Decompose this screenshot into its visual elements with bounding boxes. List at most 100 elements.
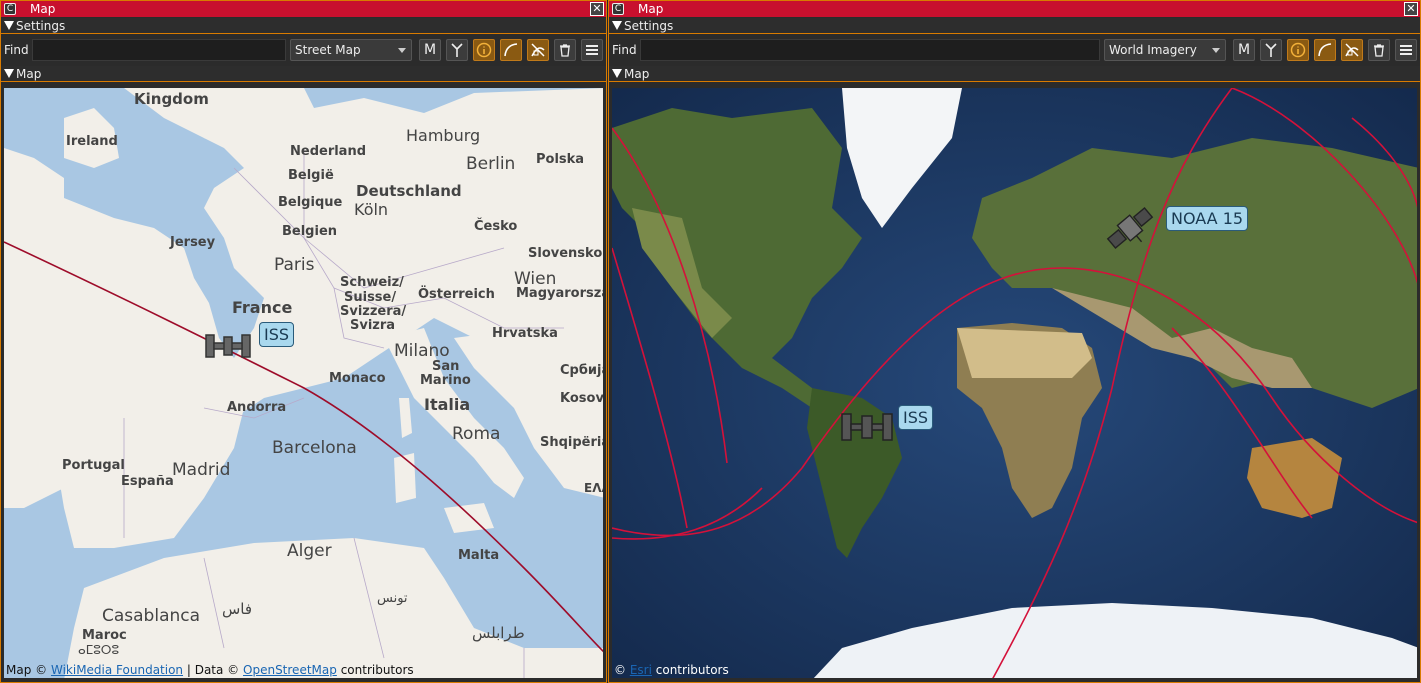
attribution-suffix: contributors — [340, 663, 414, 677]
antenna-icon — [451, 43, 463, 57]
curve-button[interactable] — [1314, 39, 1336, 61]
info-icon — [1290, 42, 1306, 58]
satellite-tracks-button[interactable] — [527, 39, 549, 61]
map-label: Svizra — [350, 318, 396, 333]
satellite-tracks-icon — [531, 43, 545, 57]
map-label: España — [121, 474, 174, 489]
map-label: Magyarorszá — [516, 286, 603, 301]
title-bar[interactable]: C Map ✕ — [1, 1, 606, 17]
map-label: België — [288, 168, 334, 183]
world-imagery-map-view[interactable]: NOAA 15 ISS © Esri contributors — [612, 88, 1417, 678]
collapse-triangle-icon — [612, 21, 622, 30]
collapse-triangle-icon — [612, 69, 622, 78]
curve-button[interactable] — [500, 39, 522, 61]
wikimedia-link[interactable]: WikiMedia Foundation — [51, 663, 183, 677]
map-style-value: Street Map — [295, 43, 361, 57]
find-label: Find — [612, 43, 637, 57]
map-label: France — [232, 298, 293, 317]
menu-icon — [586, 45, 598, 55]
map-section-header[interactable]: Map — [609, 66, 1420, 82]
map-style-select[interactable]: Street Map — [290, 39, 412, 61]
map-label: Kingdom — [134, 90, 209, 108]
collapse-triangle-icon — [4, 21, 14, 30]
map-label: Ireland — [66, 134, 118, 149]
find-toolbar: Find Street Map M — [1, 36, 606, 64]
app-icon[interactable]: C — [4, 3, 16, 15]
attribution-prefix: Map © — [6, 663, 48, 677]
map-label: Suisse/ — [344, 290, 397, 305]
satellite-tracks-button[interactable] — [1341, 39, 1363, 61]
app-icon[interactable]: C — [612, 3, 624, 15]
antenna-button[interactable] — [1260, 39, 1282, 61]
settings-section-header[interactable]: Settings — [609, 18, 1420, 34]
map-label: Hamburg — [406, 126, 481, 145]
map-style-value: World Imagery — [1109, 43, 1197, 57]
map-label: Hrvatska — [492, 326, 558, 341]
satellite-icon[interactable] — [1104, 202, 1156, 254]
info-button[interactable] — [473, 39, 495, 61]
trash-icon — [1374, 44, 1384, 57]
map-label: Србија — [560, 363, 603, 378]
esri-link[interactable]: Esri — [630, 663, 652, 677]
collapse-triangle-icon — [4, 69, 14, 78]
map-label: Belgien — [282, 224, 338, 239]
map-label: Barcelona — [272, 438, 357, 458]
map-window-right: C Map ✕ Settings Find World Imagery M Ma… — [608, 0, 1421, 683]
menu-button[interactable] — [581, 39, 603, 61]
satellite-tracks-icon — [1345, 43, 1359, 57]
map-label: Schweiz/ — [340, 275, 404, 290]
satellite-label-noaa15[interactable]: NOAA 15 — [1166, 206, 1249, 231]
map-label: Italia — [424, 395, 471, 414]
title-bar[interactable]: C Map ✕ — [609, 1, 1420, 17]
map-label: Jersey — [170, 235, 216, 250]
map-attribution: Map © WikiMedia Foundation | Data © Open… — [6, 663, 414, 677]
attribution-suffix: contributors — [655, 663, 729, 677]
info-button[interactable] — [1287, 39, 1309, 61]
settings-section-header[interactable]: Settings — [1, 18, 606, 34]
map-label: Svizzera/ — [340, 304, 407, 319]
map-label: San — [432, 359, 460, 374]
street-map-view[interactable]: Kingdom Ireland Hamburg Nederland Berlin… — [4, 88, 603, 678]
map-label: Maroc — [82, 628, 127, 643]
antenna-icon — [1265, 43, 1277, 57]
map-label: ⴰⵎⵓⵔⵓ — [78, 643, 120, 657]
info-icon — [476, 42, 492, 58]
map-label: Monaco — [329, 371, 386, 386]
window-title: Map — [30, 2, 56, 16]
chevron-down-icon — [398, 48, 406, 53]
map-label: Andorra — [227, 400, 287, 415]
chevron-down-icon — [1212, 48, 1220, 53]
m-button[interactable]: M — [419, 39, 441, 61]
find-input[interactable] — [640, 39, 1100, 61]
settings-label: Settings — [16, 18, 66, 33]
attribution-middle: | Data © — [186, 663, 240, 677]
map-section-header[interactable]: Map — [1, 66, 606, 82]
map-label: Nederland — [290, 144, 367, 159]
satellite-icon[interactable] — [840, 410, 894, 444]
m-button[interactable]: M — [1233, 39, 1255, 61]
map-label: تونس — [377, 591, 408, 606]
map-label: Polska — [536, 152, 585, 167]
close-button[interactable]: ✕ — [590, 2, 604, 16]
attribution-prefix: © — [614, 663, 626, 677]
window-title: Map — [638, 2, 664, 16]
satellite-icon[interactable] — [204, 331, 254, 361]
map-label: Österreich — [418, 287, 495, 302]
map-label: Casablanca — [102, 606, 201, 626]
delete-button[interactable] — [554, 39, 576, 61]
map-style-select[interactable]: World Imagery — [1104, 39, 1226, 61]
map-label: Belgique — [278, 195, 343, 210]
find-input[interactable] — [32, 39, 286, 61]
delete-button[interactable] — [1368, 39, 1390, 61]
antenna-button[interactable] — [446, 39, 468, 61]
curve-icon — [1318, 43, 1332, 57]
menu-button[interactable] — [1395, 39, 1417, 61]
close-button[interactable]: ✕ — [1404, 2, 1418, 16]
satellite-label-iss[interactable]: ISS — [259, 322, 295, 347]
map-label: Deutschland — [356, 182, 462, 200]
find-toolbar: Find World Imagery M — [609, 36, 1420, 64]
openstreetmap-link[interactable]: OpenStreetMap — [243, 663, 337, 677]
map-label: Kosovo — [560, 391, 603, 406]
satellite-label-iss[interactable]: ISS — [898, 405, 934, 430]
map-label: Roma — [452, 424, 501, 444]
